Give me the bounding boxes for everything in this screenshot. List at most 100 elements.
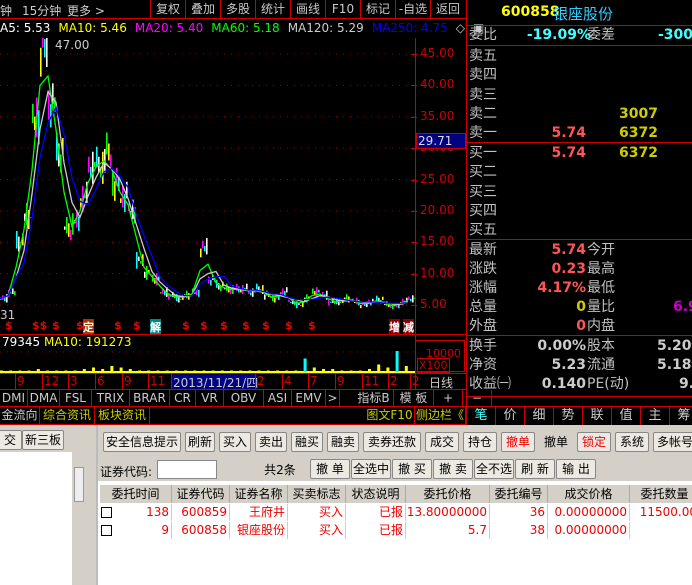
period-15min[interactable]: 15分钟 (22, 2, 61, 19)
trade-toolbar-button[interactable]: 锁定 (577, 432, 611, 452)
trade-toolbar-button[interactable]: 系统 (615, 432, 649, 452)
event-marker[interactable]: $ (133, 319, 141, 332)
toolbar-button[interactable]: 标记 (360, 0, 395, 19)
indicator-tab[interactable]: DMA (28, 390, 60, 407)
quote-tab[interactable]: 势 (554, 407, 583, 425)
info-tab[interactable]: 侧边栏《 (415, 407, 466, 426)
period-prev[interactable]: 钟 (0, 2, 12, 19)
order-cell[interactable]: 已报 (346, 522, 406, 539)
quote-tab[interactable]: 筹 (670, 407, 692, 425)
trade-toolbar-button[interactable]: 融卖 (327, 432, 359, 452)
indicator-tab[interactable]: OBV (224, 390, 264, 407)
order-cell[interactable]: 5.7 (406, 522, 490, 539)
event-marker[interactable]: $ (262, 319, 270, 332)
indicator-tab[interactable]: > (326, 390, 340, 407)
order-cell[interactable]: 银座股份 (230, 522, 288, 539)
info-tab[interactable]: 综合资讯 (40, 407, 95, 426)
info-tab[interactable]: 图文F10 (365, 407, 415, 426)
order-cell[interactable]: 9 (100, 522, 172, 539)
indicator-tab[interactable]: BRAR (130, 390, 170, 407)
trade-toolbar-button[interactable]: 成交 (425, 432, 459, 452)
info-tab[interactable]: 板块资讯 (95, 407, 150, 426)
order-cell[interactable]: 11500.00 (630, 504, 692, 521)
order-action-button[interactable]: 输 出 (556, 459, 596, 479)
info-tab[interactable]: 金流向 (0, 407, 40, 426)
price-chart[interactable] (0, 38, 415, 318)
order-action-button[interactable]: 全不选 (474, 459, 514, 479)
trade-toolbar-button[interactable]: 融买 (291, 432, 323, 452)
event-marker[interactable]: $ (220, 319, 228, 332)
more-periods[interactable]: 更多 > (67, 2, 105, 19)
event-marker[interactable]: 解 (150, 319, 161, 335)
order-action-button[interactable]: 撤 单 (310, 459, 350, 479)
indicator-tab[interactable]: ASI (264, 390, 292, 407)
column-header[interactable]: 委托价格 (406, 485, 490, 503)
indicator-tab[interactable]: + (434, 390, 463, 407)
order-cell[interactable]: 38 (490, 522, 548, 539)
event-marker[interactable]: $$ (32, 319, 47, 332)
event-marker[interactable]: $ (52, 319, 60, 332)
trade-toolbar-button[interactable]: 多帐号 (653, 432, 692, 452)
trade-toolbar-button[interactable]: 持仓 (463, 432, 497, 452)
column-header[interactable]: 证券代码 (172, 485, 230, 503)
column-header[interactable]: 委托数量 (630, 485, 692, 503)
event-marker[interactable]: $ (242, 319, 250, 332)
trade-toolbar-button[interactable]: 撤单 (539, 432, 573, 452)
event-marker[interactable]: 减 (403, 319, 414, 335)
account-tree[interactable] (0, 452, 72, 585)
toolbar-button[interactable]: 统计 (255, 0, 290, 19)
event-marker[interactable]: $ (308, 319, 316, 332)
column-header[interactable]: 状态说明 (346, 485, 406, 503)
event-marker[interactable]: $ (5, 319, 13, 332)
trade-toolbar-button[interactable]: 卖券还款 (363, 432, 421, 452)
column-header[interactable]: 成交价格 (548, 485, 630, 503)
toolbar-button[interactable]: 返回 (430, 0, 465, 19)
trade-toolbar-button[interactable]: 卖出 (255, 432, 287, 452)
indicator-tab[interactable]: 指标B (354, 390, 394, 407)
quote-tab[interactable]: 主 (641, 407, 670, 425)
quote-tab[interactable]: 笔 (467, 407, 496, 425)
trade-toolbar-button[interactable]: 刷新 (185, 432, 215, 452)
column-header[interactable]: 买卖标志 (288, 485, 346, 503)
indicator-tab[interactable]: CR (170, 390, 196, 407)
event-marker[interactable]: 定 (83, 319, 94, 335)
event-marker[interactable]: $ (285, 319, 293, 332)
order-cell[interactable]: 600858 (172, 522, 230, 539)
order-cell[interactable]: 13.80000000 (406, 504, 490, 521)
trade-toolbar-button[interactable]: 撤单 (501, 432, 535, 452)
indicator-tab[interactable]: FSL (60, 390, 92, 407)
event-marker[interactable]: $ (200, 319, 208, 332)
toolbar-button[interactable]: 叠加 (185, 0, 220, 19)
column-header[interactable]: 委托时间 (100, 485, 172, 503)
toolbar-button[interactable]: 复权 (150, 0, 185, 19)
order-action-button[interactable]: 刷 新 (515, 459, 555, 479)
event-marker[interactable]: $ (114, 319, 122, 332)
indicator-tab[interactable]: DMI (0, 390, 28, 407)
order-cell[interactable]: 138 (100, 504, 172, 521)
order-cell[interactable]: 已报 (346, 504, 406, 521)
left-scrollbar[interactable] (74, 467, 84, 502)
order-action-button[interactable]: 全选中 (351, 459, 391, 479)
volume-panel[interactable]: 79345 MA10: 191273 10000 X100 (0, 334, 466, 373)
order-cell[interactable]: 600859 (172, 504, 230, 521)
left-tab-neeq[interactable]: 新三板 (22, 430, 64, 450)
trade-toolbar-button[interactable]: 买入 (219, 432, 251, 452)
order-action-button[interactable]: 撤 卖 (433, 459, 473, 479)
quote-tab[interactable]: 价 (496, 407, 525, 425)
toolbar-button[interactable]: -自选 (395, 0, 430, 19)
order-cell[interactable] (630, 522, 692, 539)
code-input[interactable] (157, 460, 217, 479)
indicator-tab[interactable]: TRIX (92, 390, 130, 407)
event-marker[interactable]: 增 (389, 319, 400, 335)
toolbar-button[interactable]: 多股 (220, 0, 255, 19)
order-cell[interactable]: 0.00000000 (548, 504, 630, 521)
toolbar-button[interactable]: 画线 (290, 0, 325, 19)
quote-tab[interactable]: 联 (583, 407, 612, 425)
order-cell[interactable]: 36 (490, 504, 548, 521)
quote-tab[interactable]: 值 (612, 407, 641, 425)
quote-tab[interactable]: 细 (525, 407, 554, 425)
order-cell[interactable]: 买入 (288, 522, 346, 539)
column-header[interactable]: 委托编号 (490, 485, 548, 503)
toolbar-button[interactable]: F10 (325, 0, 360, 19)
indicator-tab[interactable]: 模 板 (394, 390, 434, 407)
